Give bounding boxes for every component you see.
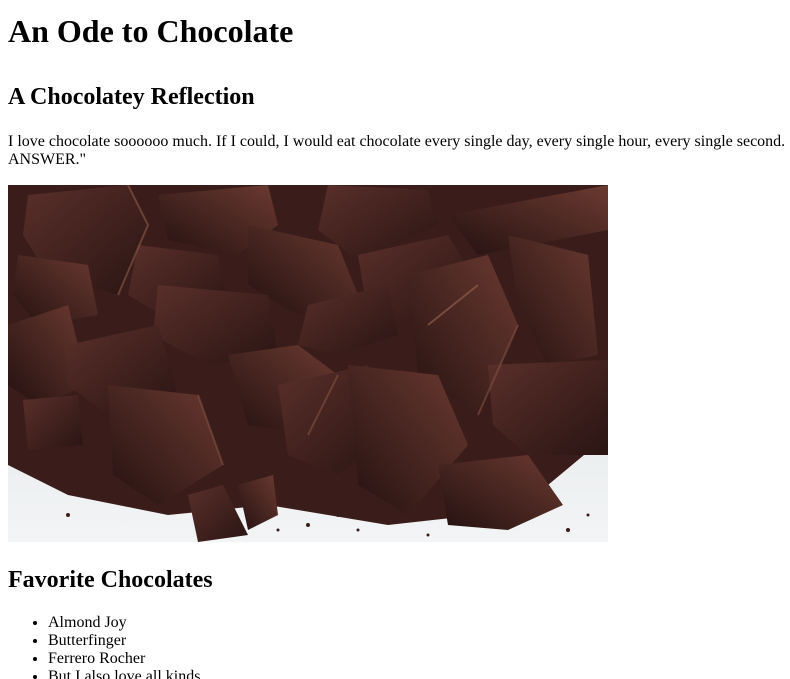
- list-item: Butterfinger: [48, 632, 790, 650]
- page-title: An Ode to Chocolate: [8, 13, 294, 49]
- list-item: But I also love all kinds.: [48, 668, 790, 679]
- reflection-heading: A Chocolatey Reflection: [8, 84, 255, 110]
- list-item: Almond Joy: [48, 614, 790, 632]
- favorites-list: Almond Joy Butterfinger Ferrero Rocher B…: [8, 614, 790, 679]
- favorites-heading: Favorite Chocolates: [8, 567, 213, 593]
- page: An Ode to Chocolate A Chocolatey Reflect…: [0, 0, 790, 679]
- list-item: Ferrero Rocher: [48, 650, 790, 668]
- intro-paragraph: I love chocolate soooooo much. If I coul…: [8, 133, 790, 168]
- chocolate-photo: [8, 185, 608, 542]
